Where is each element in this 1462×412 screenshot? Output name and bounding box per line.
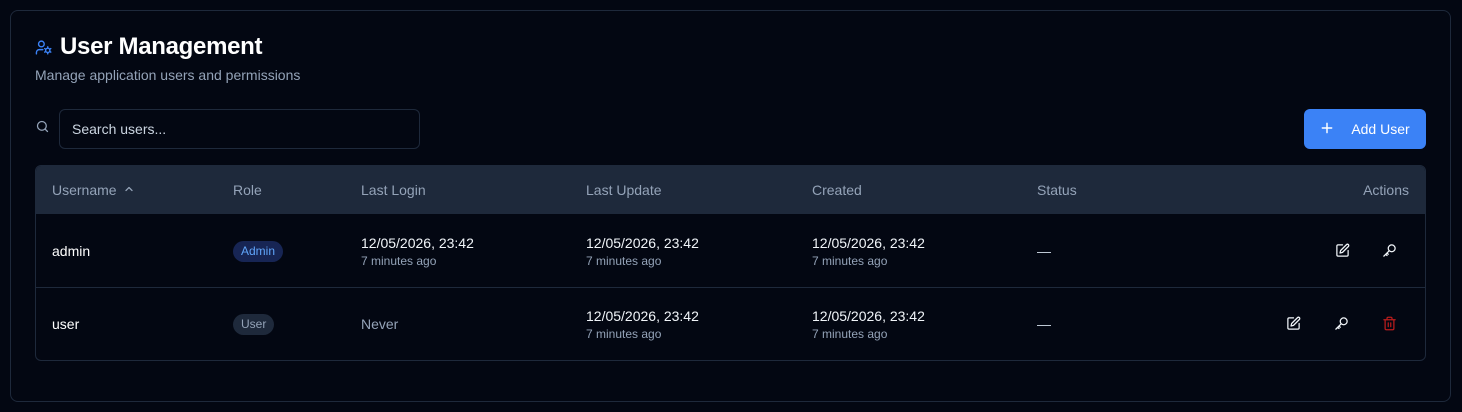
column-header-created: Created xyxy=(812,182,862,198)
users-cog-icon xyxy=(35,39,52,56)
status-cell: — xyxy=(1037,243,1051,259)
key-icon xyxy=(1334,316,1349,334)
created-cell: 12/05/2026, 23:42 7 minutes ago xyxy=(812,308,925,341)
username-cell: user xyxy=(52,316,80,332)
edit-button[interactable] xyxy=(1326,236,1358,268)
add-user-label: Add User xyxy=(1351,121,1410,137)
reset-password-button[interactable] xyxy=(1373,236,1405,268)
column-header-actions: Actions xyxy=(1363,182,1409,198)
column-header-status: Status xyxy=(1037,182,1077,198)
column-header-role: Role xyxy=(233,182,262,198)
username-cell: admin xyxy=(52,243,91,259)
column-header-username[interactable]: Username xyxy=(52,182,135,198)
search-icon xyxy=(35,119,50,139)
plus-icon xyxy=(1320,121,1334,138)
last-update-cell: 12/05/2026, 23:42 7 minutes ago xyxy=(586,308,699,341)
search-bar xyxy=(35,109,420,149)
edit-icon xyxy=(1335,243,1350,261)
header: User Management xyxy=(35,33,263,61)
role-badge: Admin xyxy=(233,241,284,262)
users-table: Username Role Last Login Last Update Cre… xyxy=(35,165,1426,361)
key-icon xyxy=(1382,243,1397,261)
page-subtitle: Manage application users and permissions xyxy=(35,67,301,83)
role-badge: User xyxy=(233,314,275,335)
status-cell: — xyxy=(1037,316,1051,332)
edit-button[interactable] xyxy=(1277,309,1309,341)
edit-icon xyxy=(1286,316,1301,334)
search-input[interactable] xyxy=(59,109,420,149)
chevron-up-icon xyxy=(123,182,135,198)
trash-icon xyxy=(1382,316,1397,334)
table-row: user User Never 12/05/2026, 23:42 7 minu… xyxy=(36,288,1425,360)
table-header: Username Role Last Login Last Update Cre… xyxy=(36,166,1425,214)
page-title: User Management xyxy=(60,33,263,60)
column-header-last-update: Last Update xyxy=(586,182,662,198)
last-login-cell: 12/05/2026, 23:42 7 minutes ago xyxy=(361,235,474,268)
created-cell: 12/05/2026, 23:42 7 minutes ago xyxy=(812,235,925,268)
table-row: admin Admin 12/05/2026, 23:42 7 minutes … xyxy=(36,215,1425,288)
add-user-button[interactable]: Add User xyxy=(1304,109,1426,149)
reset-password-button[interactable] xyxy=(1325,309,1357,341)
last-login-cell: Never xyxy=(361,316,399,332)
column-header-last-login: Last Login xyxy=(361,182,426,198)
user-management-card: User Management Manage application users… xyxy=(10,10,1451,402)
last-update-cell: 12/05/2026, 23:42 7 minutes ago xyxy=(586,235,699,268)
delete-button[interactable] xyxy=(1373,309,1405,341)
